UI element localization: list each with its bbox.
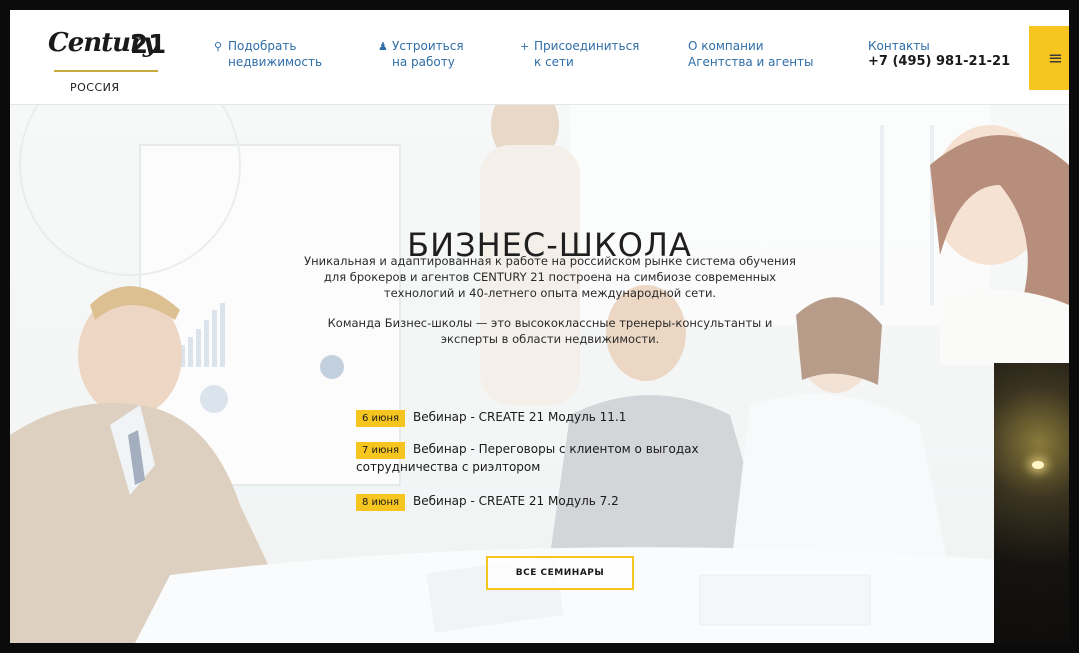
menu-button[interactable]: ≡ (1029, 26, 1069, 90)
hero-section: БИЗНЕС-ШКОЛА Уникальная и адаптированная… (10, 105, 1069, 643)
logo-underline (54, 70, 158, 72)
event-title[interactable]: Вебинар - CREATE 21 Модуль 11.1 (413, 410, 626, 424)
all-seminars-button[interactable]: ВСЕ СЕМИНАРЫ (486, 556, 634, 590)
nav-join-network[interactable]: + Присоединиться к сети (520, 38, 640, 70)
event-item[interactable]: 7 июня Вебинар - Переговоры с клиентом о … (356, 441, 736, 476)
nav-join-network-line2: к сети (534, 55, 574, 69)
hero-description-2: Команда Бизнес-школы — это высококлассны… (327, 316, 773, 346)
logo-country: РОССИЯ (70, 81, 120, 94)
phone-number[interactable]: +7 (495) 981-21-21 (868, 54, 1010, 70)
century21-logo[interactable]: Century 21 РОССИЯ (48, 26, 166, 96)
event-date-badge: 6 июня (356, 410, 406, 427)
hero-content: БИЗНЕС-ШКОЛА Уникальная и адаптированная… (10, 105, 1069, 643)
light-glare (1032, 461, 1044, 469)
event-title[interactable]: Вебинар - Переговоры с клиентом о выгода… (356, 442, 699, 474)
nav-get-job-line1: Устроиться (392, 39, 464, 53)
plus-icon: + (520, 40, 530, 53)
logo-number: 21 (130, 30, 167, 60)
nav-get-job[interactable]: ♟ Устроиться на работу (378, 38, 464, 70)
nav-join-network-line1: Присоединиться (534, 39, 640, 53)
event-title[interactable]: Вебинар - CREATE 21 Модуль 7.2 (413, 494, 619, 508)
nav-about-line2: Агентства и агенты (688, 55, 814, 69)
event-item[interactable]: 8 июня Вебинар - CREATE 21 Модуль 7.2 (356, 493, 619, 511)
search-icon: ⚲ (214, 40, 223, 53)
event-date-badge: 7 июня (356, 442, 406, 459)
person-icon: ♟ (378, 40, 388, 53)
nav-find-property-line1: Подобрать (228, 39, 297, 53)
event-item[interactable]: 6 июня Вебинар - CREATE 21 Модуль 11.1 (356, 409, 626, 427)
nav-find-property[interactable]: ⚲ Подобрать недвижимость (214, 38, 323, 70)
nav-find-property-line2: недвижимость (228, 55, 323, 69)
video-preview-panel[interactable] (994, 363, 1069, 643)
event-date-badge: 8 июня (356, 494, 406, 511)
hero-description-1: Уникальная и адаптированная к работе на … (304, 254, 796, 300)
site-header: Century 21 РОССИЯ ⚲ Подобрать недвижимос… (10, 10, 1069, 105)
contacts-label: Контакты (868, 39, 930, 53)
nav-get-job-line2: на работу (392, 55, 455, 69)
hamburger-icon: ≡ (1047, 47, 1063, 69)
nav-about-line1: О компании (688, 39, 764, 53)
browser-frame: Century 21 РОССИЯ ⚲ Подобрать недвижимос… (0, 0, 1079, 653)
nav-about[interactable]: О компании Агентства и агенты (688, 38, 814, 70)
contacts-block[interactable]: Контакты +7 (495) 981-21-21 (868, 38, 1010, 70)
